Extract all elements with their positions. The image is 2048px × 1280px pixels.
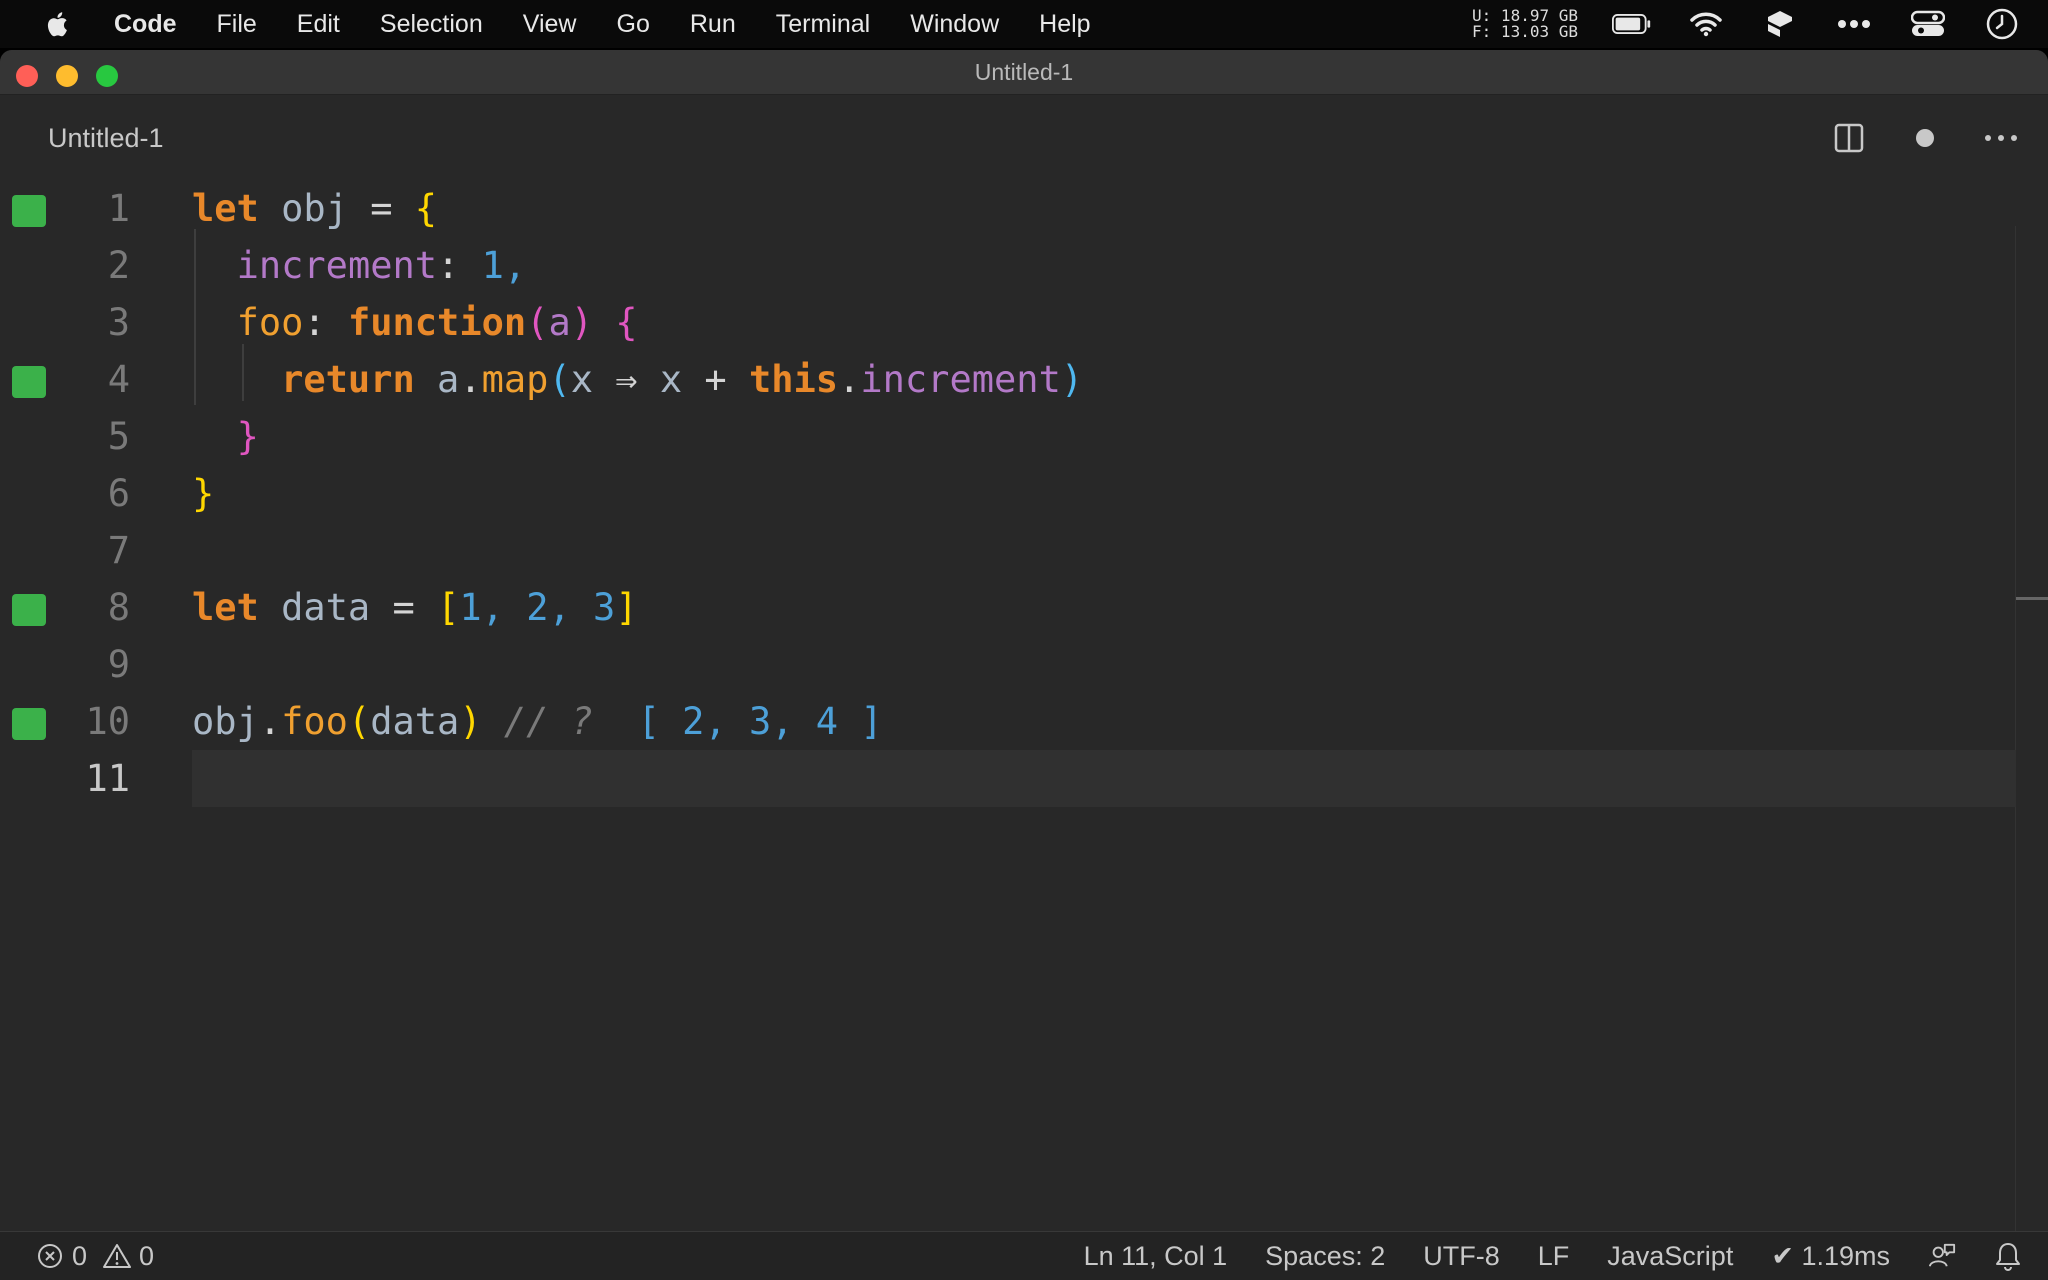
unsaved-dot-icon[interactable] (1904, 117, 1946, 159)
code-text: obj.foo(data) // ? [ 2, 3, 4 ] (192, 700, 883, 743)
problems-indicator[interactable]: 0 0 (36, 1232, 154, 1280)
line-number: 11 (85, 757, 130, 800)
more-icon[interactable] (1834, 8, 1874, 40)
error-count: 0 (72, 1240, 88, 1271)
line-number: 3 (107, 301, 130, 344)
status-bar: 0 0 Ln 11, Col 1 Spaces: 2 UTF-8 LF Java… (0, 1231, 2048, 1280)
menu-go[interactable]: Go (617, 10, 650, 39)
warning-count: 0 (139, 1240, 155, 1271)
file-encoding[interactable]: UTF-8 (1423, 1241, 1500, 1272)
menu-bar-status-area: U: 18.97 GB F: 13.03 GB (1472, 0, 2022, 48)
inline-comment: // ? (503, 700, 593, 743)
window-title: Untitled-1 (974, 59, 1074, 85)
editor-actions (1828, 117, 2022, 159)
line-number: 5 (107, 415, 130, 458)
menu-file[interactable]: File (217, 10, 257, 39)
inline-result: [ 2, 3, 4 ] (637, 700, 883, 743)
menu-view[interactable]: View (523, 10, 577, 39)
end-of-line[interactable]: LF (1538, 1241, 1570, 1272)
extension-icon[interactable] (1760, 8, 1800, 40)
language-mode[interactable]: JavaScript (1607, 1241, 1733, 1272)
coverage-marker (12, 366, 46, 398)
menu-terminal[interactable]: Terminal (776, 10, 870, 39)
line-number: 2 (107, 244, 130, 287)
code-text: } (236, 415, 259, 458)
line-number: 7 (107, 529, 130, 572)
line-number: 6 (107, 472, 130, 515)
menu-window[interactable]: Window (910, 10, 999, 39)
menu-bar: Code File Edit Selection View Go Run Ter… (0, 0, 2048, 48)
line-number: 1 (107, 187, 130, 230)
line-number: 8 (107, 586, 130, 629)
code-line-2[interactable]: 2 increment: 1, (0, 237, 2016, 294)
warning-icon (103, 1242, 132, 1270)
code-line-4[interactable]: 4 return a.map(x ⇒ x + this.increment) (0, 351, 2016, 408)
coverage-marker (12, 195, 46, 227)
apple-icon[interactable] (44, 9, 72, 39)
bell-icon[interactable] (1994, 1242, 2022, 1271)
split-editor-icon[interactable] (1828, 117, 1870, 159)
code-line-7[interactable]: 7 (0, 522, 2016, 579)
code-line-3[interactable]: 3 foo: function(a) { (0, 294, 2016, 351)
menu-help[interactable]: Help (1039, 10, 1090, 39)
menu-run[interactable]: Run (690, 10, 736, 39)
current-line-highlight (192, 750, 2016, 807)
error-icon (36, 1242, 64, 1270)
menu-selection[interactable]: Selection (380, 10, 483, 39)
code-line-9[interactable]: 9 (0, 636, 2016, 693)
scrollbar-overview-marker[interactable] (2016, 597, 2048, 600)
memory-free: F: 13.03 GB (1472, 22, 1578, 41)
battery-icon[interactable] (1612, 8, 1652, 40)
memory-monitor[interactable]: U: 18.97 GB F: 13.03 GB (1472, 8, 1578, 40)
tab-untitled-1[interactable]: Untitled-1 (48, 123, 164, 154)
code-line-8[interactable]: 8 let data = [1, 2, 3] (0, 579, 2016, 636)
coverage-marker (12, 594, 46, 626)
menu-edit[interactable]: Edit (297, 10, 340, 39)
cursor-position[interactable]: Ln 11, Col 1 (1084, 1241, 1228, 1272)
line-number: 10 (85, 700, 130, 743)
code-text: } (192, 472, 215, 515)
code-text: return a.map(x ⇒ x + this.increment) (281, 358, 1084, 401)
title-bar: Untitled-1 (0, 50, 2048, 95)
menu-app-code[interactable]: Code (114, 10, 177, 39)
code-line-10[interactable]: 10 obj.foo(data) // ? [ 2, 3, 4 ] (0, 693, 2016, 750)
quokka-timing[interactable]: ✔ 1.19ms (1771, 1241, 1890, 1272)
code-text: increment: 1, (236, 244, 527, 287)
code-text: let obj = { (192, 187, 438, 230)
code-line-1[interactable]: 1 let obj = { (0, 180, 2016, 237)
line-number: 9 (107, 643, 130, 686)
indentation-setting[interactable]: Spaces: 2 (1265, 1241, 1385, 1272)
coverage-marker (12, 708, 46, 740)
wifi-icon[interactable] (1686, 8, 1726, 40)
code-text: let data = [1, 2, 3] (192, 586, 638, 629)
status-bar-right: Ln 11, Col 1 Spaces: 2 UTF-8 LF JavaScri… (1084, 1232, 2022, 1280)
code-editor[interactable]: 1 let obj = { 2 increment: 1, 3 foo: fun… (0, 180, 2048, 1276)
tab-bar: Untitled-1 (0, 95, 2048, 181)
code-text: foo: function(a) { (236, 301, 638, 344)
feedback-icon[interactable] (1928, 1242, 1956, 1270)
editor-window: Untitled-1 Untitled-1 1 let obj = {2 in… (0, 50, 2048, 1280)
line-number: 4 (107, 358, 130, 401)
code-line-6[interactable]: 6 } (0, 465, 2016, 522)
control-center-icon[interactable] (1908, 8, 1948, 40)
clock-icon[interactable] (1982, 8, 2022, 40)
code-line-5[interactable]: 5 } (0, 408, 2016, 465)
more-actions-icon[interactable] (1980, 117, 2022, 159)
